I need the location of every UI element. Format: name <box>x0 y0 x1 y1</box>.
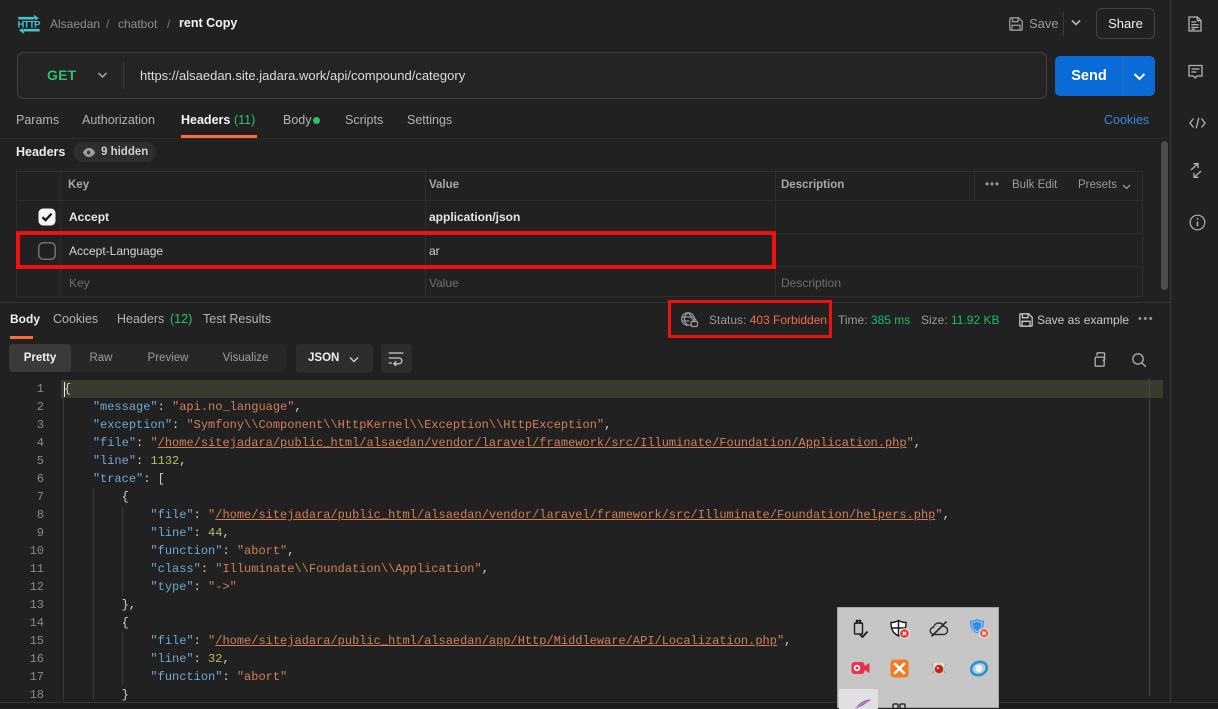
svg-text:HTTP: HTTP <box>18 20 42 31</box>
